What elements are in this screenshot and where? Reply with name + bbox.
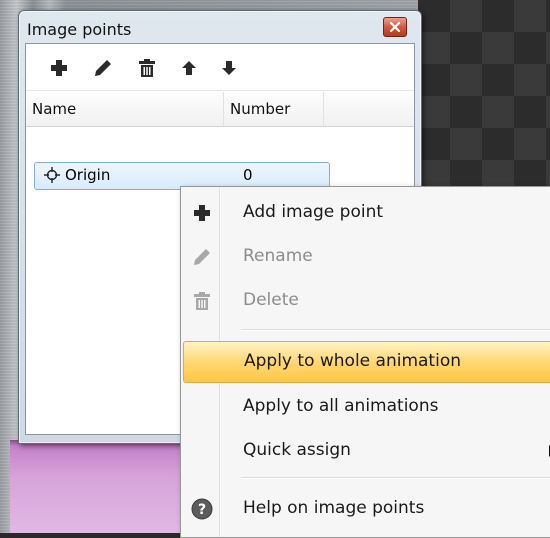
menu-item-delete[interactable]: Delete bbox=[183, 281, 550, 321]
help-icon: ? bbox=[191, 498, 213, 520]
pencil-icon bbox=[95, 60, 111, 76]
menu-item-apply-to-all-animations[interactable]: Apply to all animations bbox=[183, 387, 550, 427]
window-title: Image points bbox=[27, 20, 132, 39]
menu-item-label: Add image point bbox=[243, 202, 384, 222]
delete-point-button[interactable] bbox=[136, 57, 158, 79]
list-item-number: 0 bbox=[243, 166, 253, 184]
menu-item-rename[interactable]: Rename bbox=[183, 237, 550, 277]
close-button[interactable] bbox=[383, 17, 407, 37]
window-titlebar[interactable]: Image points bbox=[19, 11, 421, 43]
toolbar bbox=[26, 44, 414, 91]
trash-icon bbox=[139, 59, 155, 77]
list-item-name: Origin bbox=[65, 166, 111, 184]
menu-item-quick-assign[interactable]: Quick assign bbox=[183, 431, 550, 471]
arrow-up-icon bbox=[182, 61, 196, 75]
menu-item-apply-to-whole-animation[interactable]: Apply to whole animation bbox=[183, 341, 550, 383]
menu-item-label: Quick assign bbox=[243, 440, 351, 460]
pencil-icon bbox=[191, 246, 213, 268]
arrow-down-icon bbox=[222, 61, 236, 75]
menu-item-add-image-point[interactable]: Add image point bbox=[183, 193, 550, 233]
menu-separator bbox=[241, 329, 550, 331]
menu-item-label: Rename bbox=[243, 246, 313, 266]
menu-separator bbox=[241, 477, 550, 479]
move-up-button[interactable] bbox=[178, 57, 200, 79]
column-header-number[interactable]: Number bbox=[224, 92, 324, 126]
svg-text:?: ? bbox=[198, 502, 206, 518]
menu-item-label: Delete bbox=[243, 290, 299, 310]
list-header: Name Number bbox=[26, 92, 414, 127]
crosshair-icon bbox=[44, 167, 60, 183]
add-point-button[interactable] bbox=[48, 57, 70, 79]
plus-icon bbox=[191, 202, 213, 224]
menu-item-help-on-image-points[interactable]: ? Help on image points bbox=[183, 489, 550, 529]
context-menu: Add image point Rename Delete Apply to w… bbox=[180, 186, 550, 538]
column-header-name[interactable]: Name bbox=[26, 92, 224, 126]
sprite-preview-area bbox=[10, 440, 180, 533]
menu-item-label: Help on image points bbox=[243, 498, 425, 518]
close-icon bbox=[390, 22, 400, 32]
plus-icon bbox=[51, 60, 67, 76]
trash-icon bbox=[191, 290, 213, 312]
rename-point-button[interactable] bbox=[92, 57, 114, 79]
menu-item-label: Apply to whole animation bbox=[244, 351, 461, 371]
menu-item-label: Apply to all animations bbox=[243, 396, 439, 416]
move-down-button[interactable] bbox=[218, 57, 240, 79]
